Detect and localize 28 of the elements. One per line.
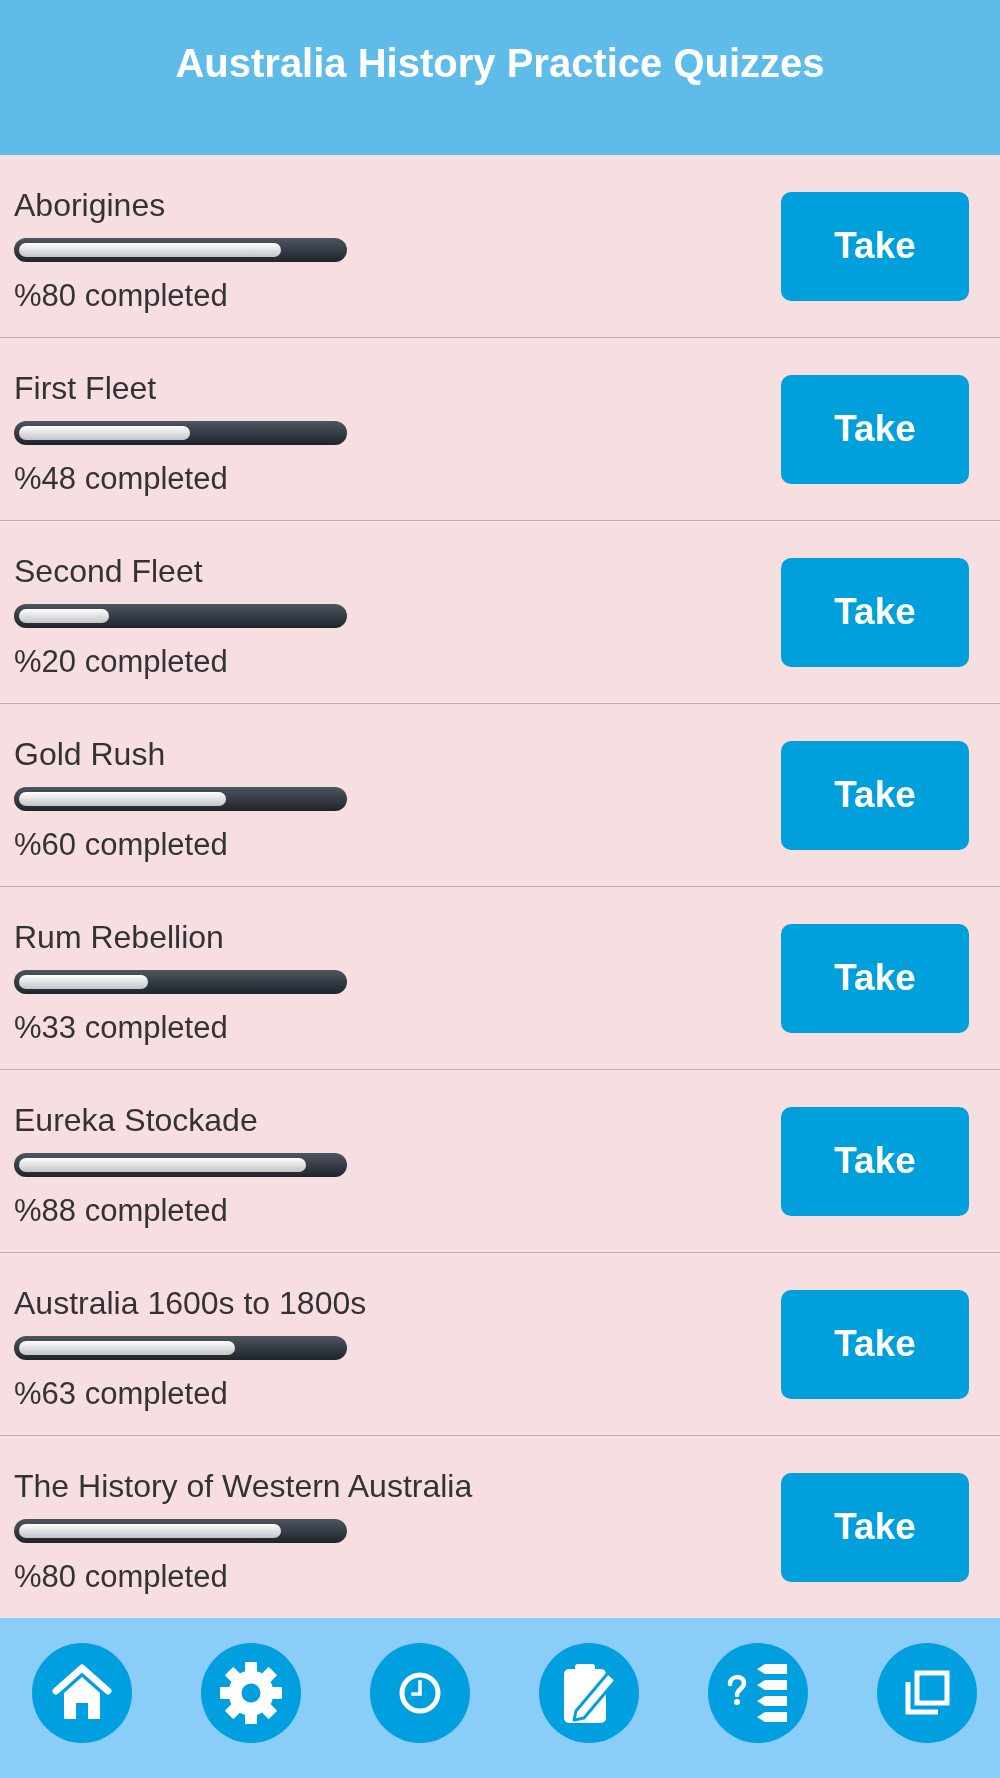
take-button[interactable]: Take <box>781 1106 969 1216</box>
quiz-title: The History of Western Australia <box>14 1467 473 1505</box>
progress-text: %63 completed <box>14 1376 229 1412</box>
progress-text: %20 completed <box>14 644 229 680</box>
copy-icon <box>904 1670 950 1716</box>
progress-text: %80 completed <box>14 278 229 314</box>
quiz-title: Rum Rebellion <box>14 918 225 956</box>
take-button[interactable]: Take <box>781 740 969 850</box>
page-title: Australia History Practice Quizzes <box>175 40 825 86</box>
progress-text: %80 completed <box>14 1559 229 1595</box>
settings-icon <box>219 1661 283 1725</box>
quiz-title: Australia 1600s to 1800s <box>14 1284 367 1322</box>
progress-text: %48 completed <box>14 461 229 497</box>
clock-icon <box>399 1672 441 1714</box>
quiz-title: Aborigines <box>14 186 167 224</box>
take-button[interactable]: Take <box>781 1472 969 1582</box>
quiz-title: First Fleet <box>14 369 158 407</box>
take-button[interactable]: Take <box>781 374 969 484</box>
take-button[interactable]: Take <box>781 191 969 301</box>
quiz-title: Second Fleet <box>14 552 204 590</box>
take-button[interactable]: Take <box>781 557 969 667</box>
progress-text: %33 completed <box>14 1010 229 1046</box>
progress-text: %60 completed <box>14 827 229 863</box>
progress-text: %88 completed <box>14 1193 229 1229</box>
take-button[interactable]: Take <box>781 923 969 1033</box>
quiz-title: Eureka Stockade <box>14 1101 259 1139</box>
take-button[interactable]: Take <box>781 1289 969 1399</box>
quiz-title: Gold Rush <box>14 735 167 773</box>
